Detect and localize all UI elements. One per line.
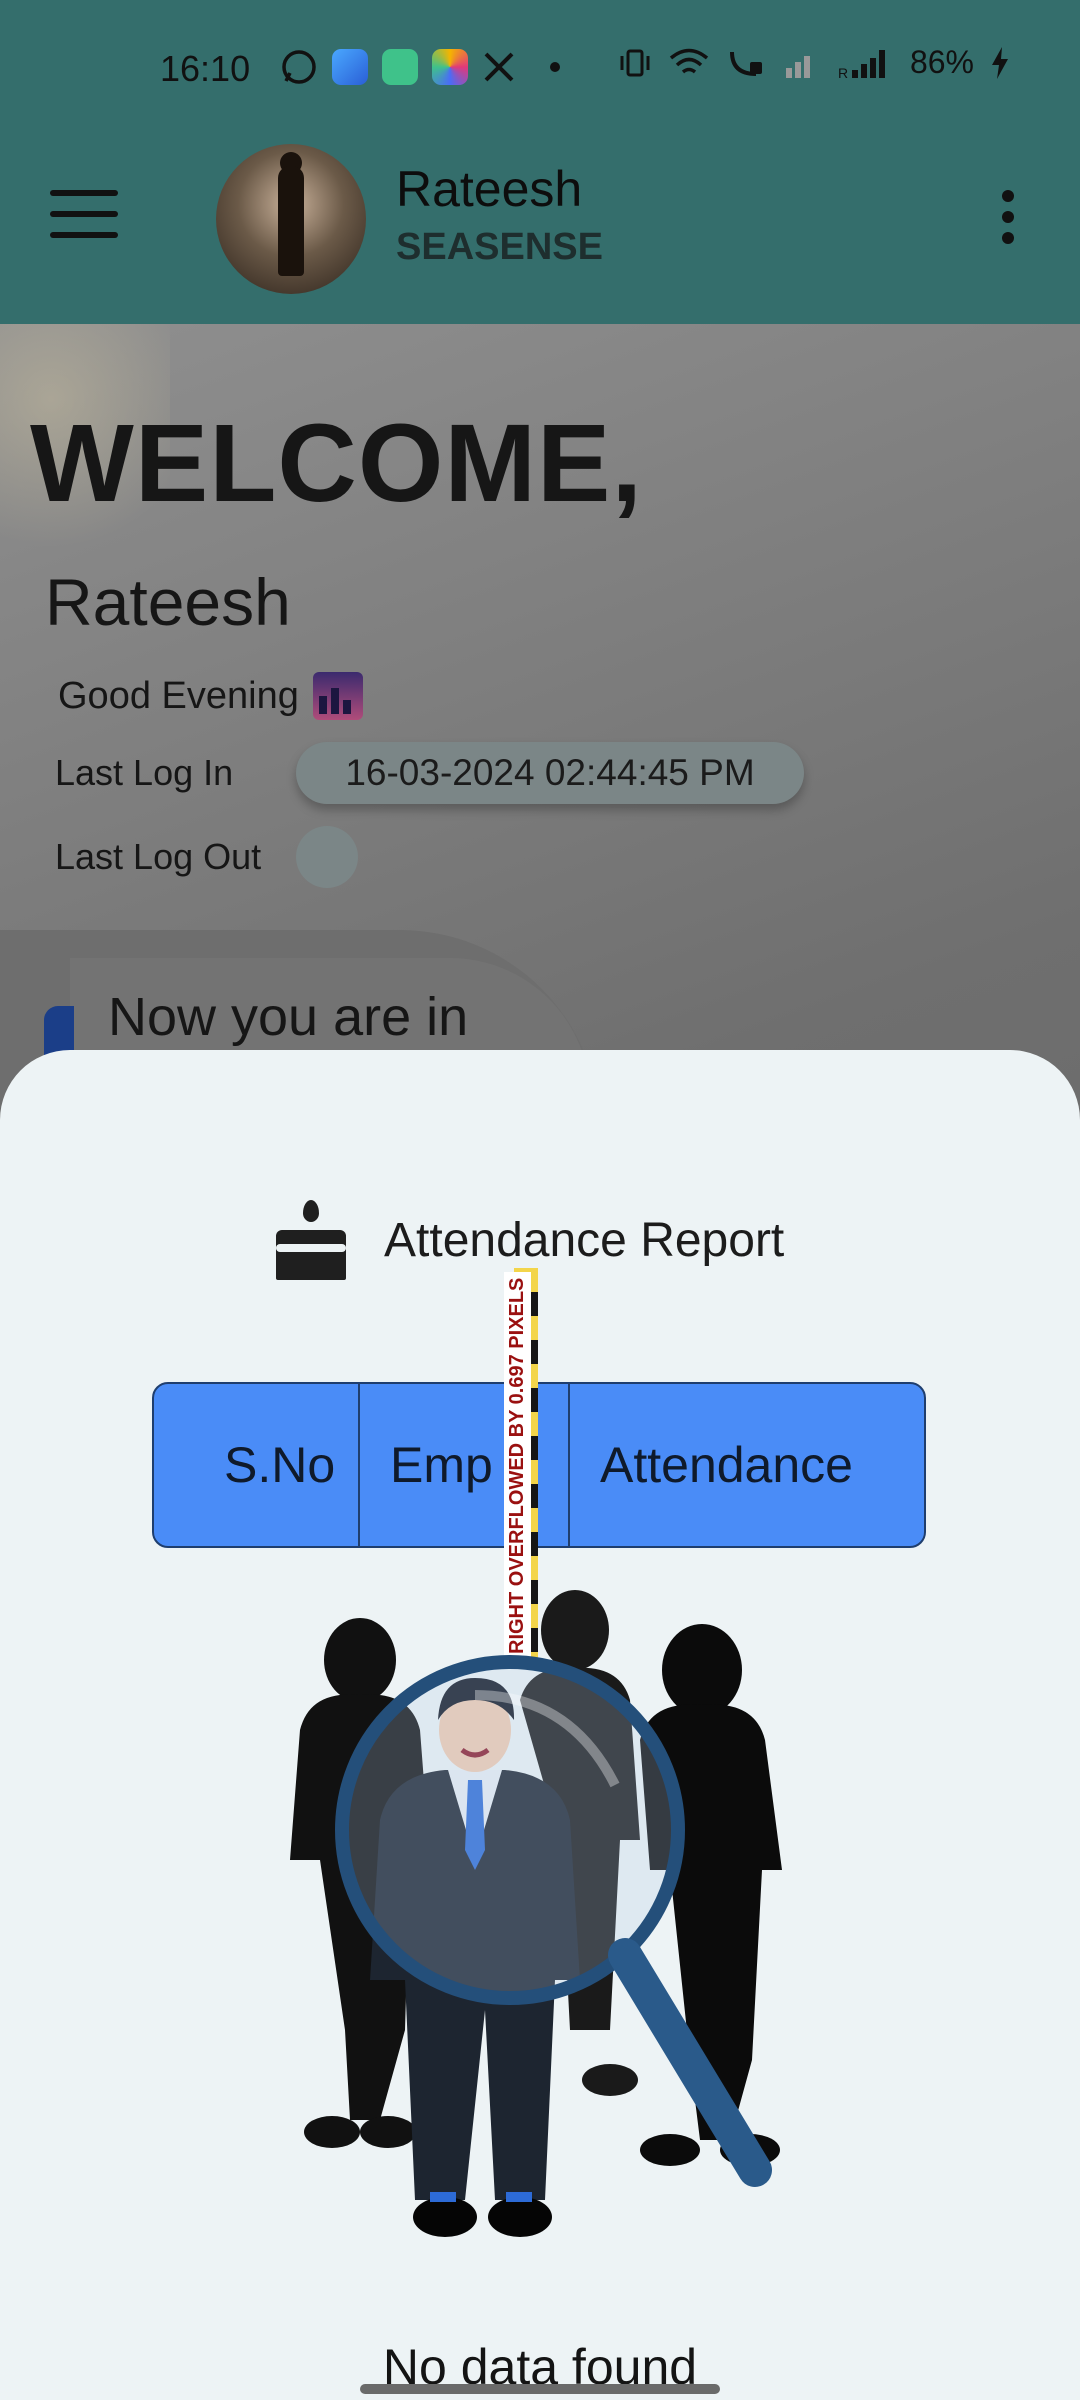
welcome-name: Rateesh xyxy=(45,565,291,639)
home-indicator[interactable] xyxy=(360,2384,720,2394)
column-divider xyxy=(568,1384,570,1546)
header-user-name: Rateesh xyxy=(396,161,583,217)
column-divider xyxy=(358,1384,360,1546)
wifi-call-icon xyxy=(729,51,762,76)
more-options-icon[interactable] xyxy=(998,190,1018,250)
vibrate-icon xyxy=(620,49,650,76)
signal-sim2-icon: R xyxy=(838,49,885,80)
svg-text:R: R xyxy=(838,65,848,80)
charging-icon xyxy=(992,46,1008,79)
status-bar: 16:10 R 86% xyxy=(0,0,1080,140)
no-data-illustration xyxy=(290,1590,782,2237)
more-notifications-dot-icon xyxy=(550,62,560,72)
pinterest-like-app-icon xyxy=(382,49,418,85)
welcome-heading: WELCOME, xyxy=(30,402,643,525)
cake-icon xyxy=(276,1200,346,1280)
wifi-icon xyxy=(669,48,709,73)
signal-sim1-icon xyxy=(785,55,810,78)
whatsapp-icon xyxy=(282,50,316,84)
avatar[interactable] xyxy=(216,144,366,294)
x-app-icon xyxy=(484,52,514,82)
attendance-table-header: S.No Emp I Attendance xyxy=(152,1382,926,1548)
notification-icons xyxy=(280,48,560,86)
system-icons: R 86% xyxy=(618,44,1010,81)
column-header-sno: S.No xyxy=(224,1437,336,1493)
sheet-title: Attendance Report xyxy=(384,1213,785,1267)
last-login-value: 16-03-2024 02:44:45 PM xyxy=(296,742,804,804)
menu-icon[interactable] xyxy=(50,190,118,240)
photos-app-icon xyxy=(432,49,468,85)
last-login-label: Last Log In xyxy=(55,752,234,793)
last-logout-value xyxy=(296,826,358,888)
greeting: Good Evening xyxy=(58,672,363,720)
greeting-text: Good Evening xyxy=(58,674,299,717)
night-city-icon xyxy=(312,672,363,720)
battery-level: 86% xyxy=(909,44,974,80)
column-header-emp-id: Emp I xyxy=(390,1437,520,1493)
last-logout-label: Last Log Out xyxy=(55,836,262,877)
status-time: 16:10 xyxy=(160,48,251,89)
status-card-text: Now you are in xyxy=(108,987,469,1047)
column-header-attendance: Attendance xyxy=(600,1437,853,1493)
header-company: SEASENSE xyxy=(396,226,603,268)
messages-app-icon xyxy=(332,49,368,85)
